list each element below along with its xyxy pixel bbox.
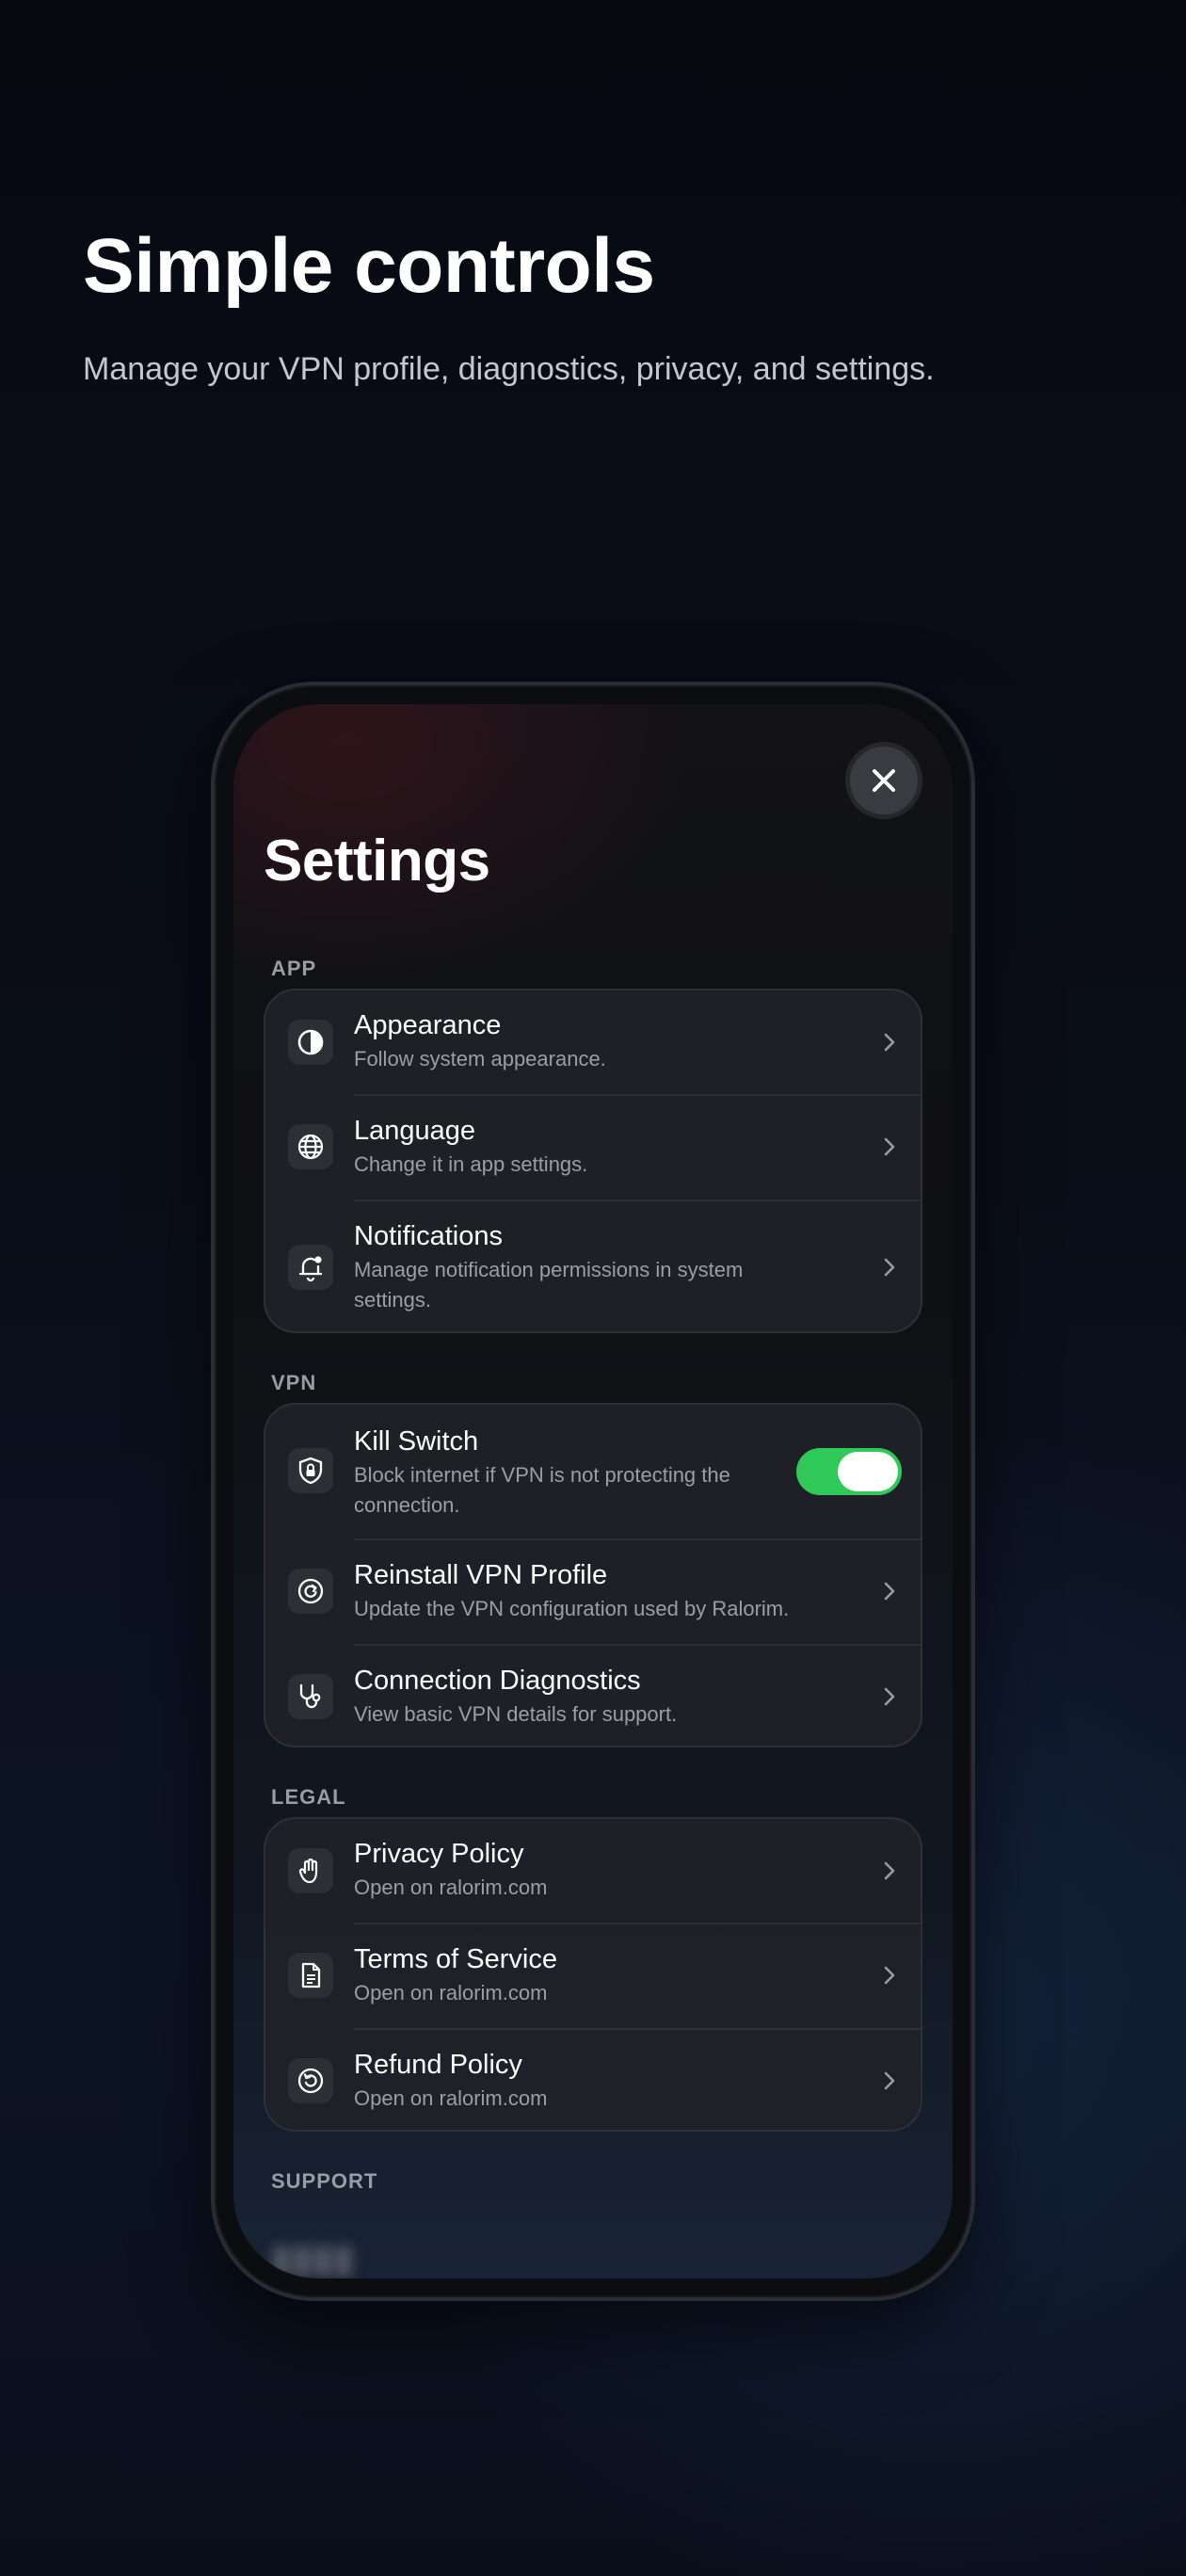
row-title: Connection Diagnostics <box>354 1666 641 1696</box>
refund-icon <box>288 2058 333 2103</box>
row-title: Reinstall VPN Profile <box>354 1560 608 1590</box>
close-button[interactable] <box>845 742 922 819</box>
settings-row-notifications[interactable]: Notifications Manage notification permis… <box>265 1199 921 1331</box>
app-settings-card: Appearance Follow system appearance. Lan… <box>264 989 922 1333</box>
settings-row-terms[interactable]: Terms of Service Open on ralorim.com <box>265 1923 921 2028</box>
row-title: Terms of Service <box>354 1944 557 1974</box>
settings-row-privacy-policy[interactable]: Privacy Policy Open on ralorim.com <box>265 1819 921 1923</box>
phone-frame: Settings APP Appearance Follow system ap… <box>211 682 975 2301</box>
chevron-right-icon <box>884 1861 895 1880</box>
section-label-legal: LEGAL <box>271 1785 346 1809</box>
chevron-right-icon <box>884 1966 895 1985</box>
contrast-icon <box>288 1020 333 1065</box>
shield-lock-icon <box>288 1448 333 1493</box>
settings-row-kill-switch: Kill Switch Block internet if VPN is not… <box>265 1405 921 1538</box>
page-title: Settings <box>264 829 490 894</box>
section-label-support: SUPPORT <box>271 2169 378 2193</box>
hero-subtitle: Manage your VPN profile, diagnostics, pr… <box>83 351 935 387</box>
row-subtitle: Change it in app settings. <box>354 1151 588 1176</box>
section-label-app: APP <box>271 957 317 980</box>
row-title: Language <box>354 1116 476 1146</box>
settings-row-diagnostics[interactable]: Connection Diagnostics View basic VPN de… <box>265 1644 921 1746</box>
chevron-right-icon <box>884 2071 895 2090</box>
settings-row-appearance[interactable]: Appearance Follow system appearance. <box>265 990 921 1094</box>
stethoscope-icon <box>288 1674 333 1719</box>
vpn-settings-card: Kill Switch Block internet if VPN is not… <box>264 1403 922 1747</box>
legal-card: Privacy Policy Open on ralorim.com Terms… <box>264 1817 922 2132</box>
chevron-right-icon <box>884 1137 895 1156</box>
row-subtitle: Block internet if VPN is not protecting … <box>354 1462 730 1517</box>
kill-switch-toggle[interactable] <box>796 1448 902 1495</box>
row-subtitle: Manage notification permissions in syste… <box>354 1257 744 1312</box>
row-title: Refund Policy <box>354 2050 522 2080</box>
document-icon <box>288 1953 333 1998</box>
chevron-right-icon <box>884 1033 895 1052</box>
refresh-icon <box>288 1569 333 1614</box>
settings-row-refund-policy[interactable]: Refund Policy Open on ralorim.com <box>265 2028 921 2130</box>
row-subtitle: Open on ralorim.com <box>354 1980 548 2004</box>
row-subtitle: Open on ralorim.com <box>354 2085 548 2110</box>
chevron-right-icon <box>884 1258 895 1277</box>
section-label-vpn: VPN <box>271 1371 317 1394</box>
chevron-right-icon <box>884 1687 895 1706</box>
hand-icon <box>288 1848 333 1893</box>
globe-icon <box>288 1124 333 1169</box>
settings-row-language[interactable]: Language Change it in app settings. <box>265 1094 921 1199</box>
chevron-right-icon <box>884 1582 895 1601</box>
blurred-support-item: ▮▮▮▮ <box>271 2238 355 2278</box>
row-title: Appearance <box>354 1010 502 1040</box>
settings-row-reinstall-vpn[interactable]: Reinstall VPN Profile Update the VPN con… <box>265 1538 921 1644</box>
bell-icon <box>288 1245 333 1290</box>
row-title: Privacy Policy <box>354 1839 524 1869</box>
row-subtitle: Update the VPN configuration used by Ral… <box>354 1596 790 1620</box>
row-subtitle: Follow system appearance. <box>354 1046 606 1071</box>
row-subtitle: Open on ralorim.com <box>354 1875 548 1899</box>
hero-title: Simple controls <box>83 223 655 309</box>
row-subtitle: View basic VPN details for support. <box>354 1701 678 1726</box>
close-icon <box>873 769 895 792</box>
settings-screen: Settings APP Appearance Follow system ap… <box>233 704 953 2278</box>
row-title: Notifications <box>354 1221 503 1251</box>
row-title: Kill Switch <box>354 1426 479 1457</box>
